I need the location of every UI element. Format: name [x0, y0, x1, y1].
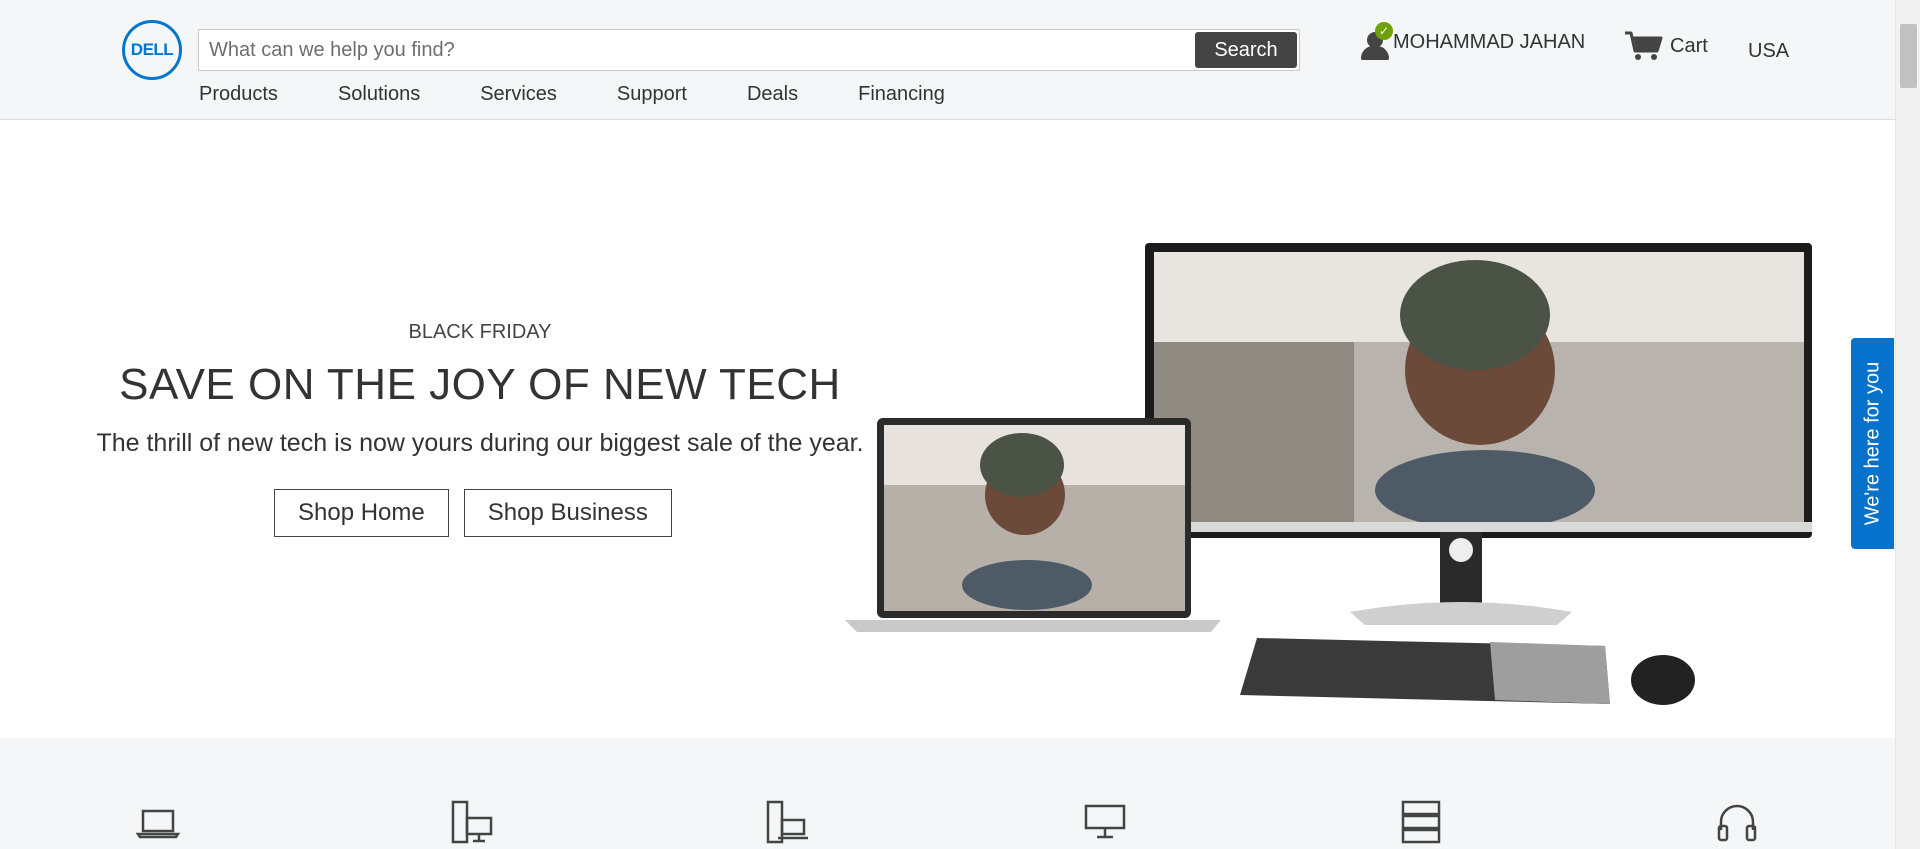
nav-products[interactable]: Products	[199, 83, 278, 106]
help-tab-label: We're here for you	[1861, 361, 1883, 526]
nav-support[interactable]: Support	[617, 83, 687, 106]
cart-label: Cart	[1670, 34, 1708, 57]
laptop-icon[interactable]	[134, 798, 182, 846]
user-verified-icon: ✓	[1359, 22, 1393, 60]
desktop-tower-icon[interactable]	[449, 798, 497, 846]
help-tab[interactable]: We're here for you	[1851, 338, 1894, 549]
country-selector[interactable]: USA	[1748, 40, 1789, 63]
nav-services[interactable]: Services	[480, 83, 557, 106]
workstation-icon[interactable]	[764, 798, 812, 846]
nav-financing[interactable]: Financing	[858, 83, 945, 106]
category-strip	[0, 738, 1895, 849]
scrollbar-thumb[interactable]	[1900, 24, 1917, 88]
search-input[interactable]	[199, 30, 1194, 70]
hero-product-image[interactable]	[845, 240, 1815, 710]
server-icon[interactable]	[1397, 798, 1445, 846]
nav-deals[interactable]: Deals	[747, 83, 798, 106]
hero-eyebrow: BLACK FRIDAY	[408, 321, 552, 343]
main-nav: Products Solutions Services Support Deal…	[199, 83, 1005, 106]
monitor-icon[interactable]	[1081, 798, 1129, 846]
search-button[interactable]: Search	[1195, 32, 1297, 68]
shop-business-button[interactable]: Shop Business	[463, 489, 672, 537]
cart-icon	[1625, 31, 1663, 60]
logo-text: DELL	[130, 40, 174, 59]
hero-title: SAVE ON THE JOY OF NEW TECH	[119, 360, 841, 409]
hero-buttons: Shop Home Shop Business	[274, 489, 672, 537]
account-name: MOHAMMAD JAHAN	[1393, 30, 1586, 53]
page: DELL Search Products Solutions Services …	[0, 0, 1920, 849]
search-bar: Search	[198, 29, 1300, 71]
site-header: DELL Search Products Solutions Services …	[0, 0, 1895, 120]
page-scrollbar[interactable]	[1895, 0, 1920, 849]
account-menu[interactable]: ✓ MOHAMMAD JAHAN	[1359, 22, 1586, 60]
nav-solutions[interactable]: Solutions	[338, 83, 420, 106]
hero-subtitle: The thrill of new tech is now yours duri…	[96, 429, 864, 457]
cart-link[interactable]: Cart	[1624, 30, 1708, 62]
dell-logo[interactable]: DELL	[122, 20, 182, 80]
shop-home-button[interactable]: Shop Home	[274, 489, 449, 537]
headset-icon[interactable]	[1713, 798, 1761, 846]
